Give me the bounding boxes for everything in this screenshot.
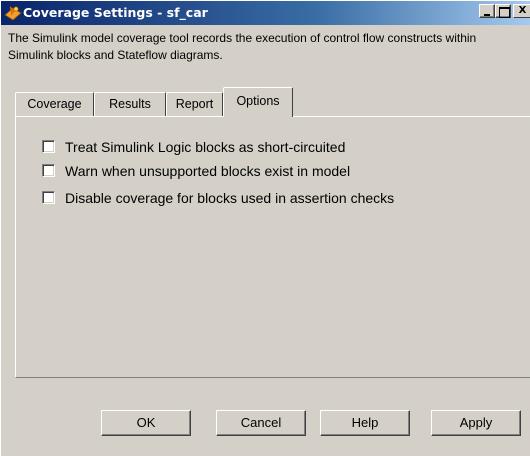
cancel-button[interactable]: Cancel (216, 410, 306, 436)
option-label: Disable coverage for blocks used in asse… (65, 190, 395, 206)
coverage-settings-window: Coverage Settings - sf_car X The Simulin… (0, 0, 530, 456)
short-circuit-checkbox[interactable] (42, 140, 55, 153)
option-label: Warn when unsupported blocks exist in mo… (65, 163, 351, 179)
help-button[interactable]: Help (320, 410, 410, 436)
minimize-button[interactable] (479, 4, 495, 18)
ok-button[interactable]: OK (101, 410, 191, 436)
stateflow-icon (4, 6, 22, 21)
title-bar[interactable]: Coverage Settings - sf_car X (1, 1, 530, 25)
description-text: The Simulink model coverage tool records… (8, 31, 477, 62)
disable-assertion-checkbox[interactable] (42, 191, 55, 204)
warn-unsupported-checkbox[interactable] (42, 164, 55, 177)
options-panel: Treat Simulink Logic blocks as short-cir… (15, 116, 530, 378)
tab-strip: Coverage Results Report Options (1, 86, 530, 117)
tab-coverage[interactable]: Coverage (15, 92, 94, 116)
option-label: Treat Simulink Logic blocks as short-cir… (65, 139, 346, 155)
close-button[interactable]: X (513, 4, 530, 18)
apply-button[interactable]: Apply (431, 410, 521, 436)
tab-results[interactable]: Results (94, 92, 166, 116)
tab-report[interactable]: Report (166, 92, 223, 116)
maximize-button[interactable] (495, 4, 511, 18)
window-title: Coverage Settings - sf_car (23, 5, 208, 20)
tab-options[interactable]: Options (223, 87, 293, 117)
